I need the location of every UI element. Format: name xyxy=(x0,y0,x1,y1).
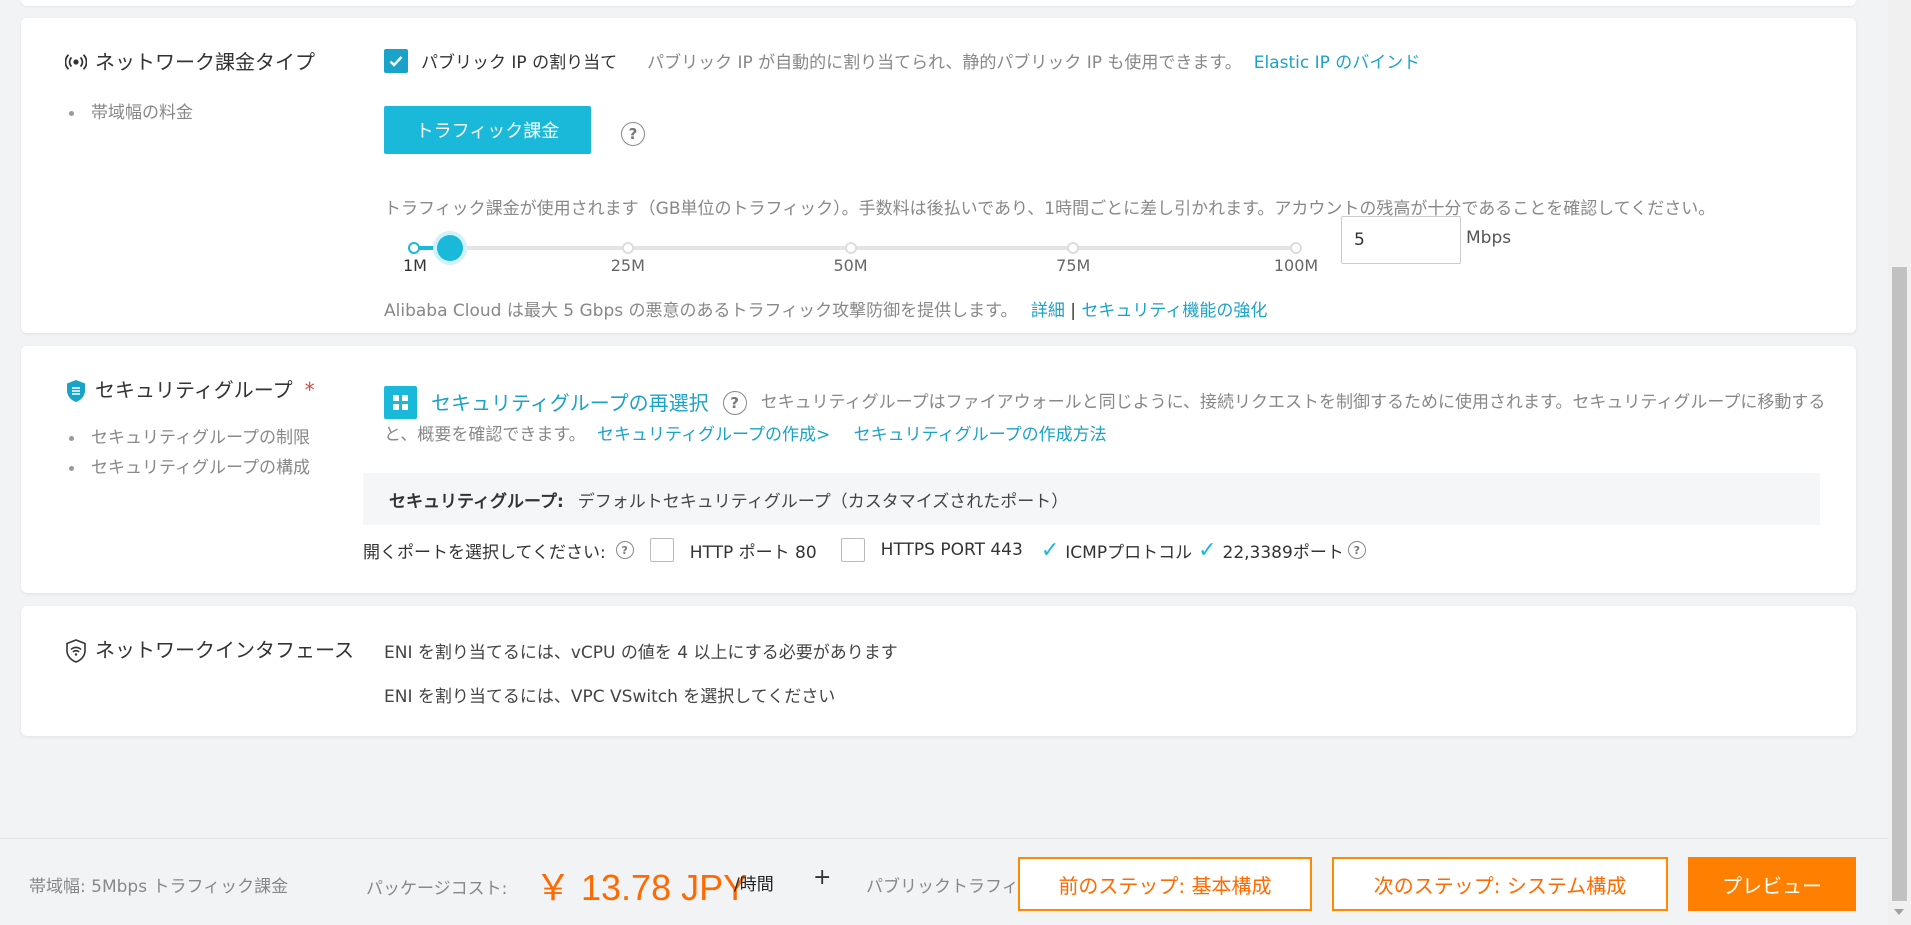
network-billing-card: ネットワーク課金タイプ 帯域幅の料金 パブリック IP の割り当て パブリック … xyxy=(21,18,1856,333)
bandwidth-slider[interactable] xyxy=(408,235,1302,261)
vertical-scrollbar[interactable] xyxy=(1888,0,1911,925)
http-port-label: HTTP ポート 80 xyxy=(689,542,817,563)
protection-row: Alibaba Cloud は最大 5 Gbps の悪意のあるトラフィック攻撃防… xyxy=(384,296,1267,321)
eni-vcpu-note: ENI を割り当てるには、vCPU の値を 4 以上にする必要があります xyxy=(384,643,898,663)
reselect-security-group-link[interactable]: セキュリティグループの再選択 xyxy=(431,391,709,415)
security-group-limits-link[interactable]: セキュリティグループの制限 xyxy=(65,423,310,453)
scrollbar-thumb[interactable] xyxy=(1892,267,1907,901)
slider-stop-dot xyxy=(1067,242,1080,254)
network-interface-title-text: ネットワークインタフェース xyxy=(95,638,354,662)
current-security-group-value: デフォルトセキュリティグループ（カスタマイズされたポート） xyxy=(577,491,1069,512)
question-circle-icon[interactable]: ? xyxy=(621,122,645,146)
slider-tick-labels: 1M 25M 50M 75M 100M xyxy=(403,256,1318,280)
slider-tick-label: 25M xyxy=(610,256,645,275)
protection-text: Alibaba Cloud は最大 5 Gbps の悪意のあるトラフィック攻撃防… xyxy=(384,301,1018,321)
network-billing-title-text: ネットワーク課金タイプ xyxy=(95,50,315,74)
checkmark-icon[interactable]: ✓ xyxy=(1198,538,1216,563)
question-circle-icon[interactable]: ? xyxy=(1347,541,1366,559)
http-port-checkbox[interactable] xyxy=(649,538,674,562)
slider-stop-dot xyxy=(844,242,857,254)
ports-row: 開くポートを選択してください: ? HTTP ポート 80 HTTPS PORT… xyxy=(363,536,1366,564)
bandwidth-unit: Mbps xyxy=(1466,228,1512,248)
footer-bar: 帯域幅: 5Mbps トラフィック課金 パッケージコスト: ￥ 13.78 JP… xyxy=(0,838,1888,925)
per-hour-label: /時間 xyxy=(734,875,774,895)
shield-icon xyxy=(65,379,87,402)
package-price: ￥ 13.78 JPY xyxy=(535,867,748,908)
icmp-label: ICMPプロトコル xyxy=(1065,542,1193,563)
ports-prompt: 開くポートを選択してください: xyxy=(363,542,606,563)
prev-step-button[interactable]: 前のステップ: 基本構成 xyxy=(1018,857,1312,911)
slider-stop-dot xyxy=(408,242,420,254)
slider-stop-dot xyxy=(1290,242,1302,254)
slider-tick-label: 50M xyxy=(833,256,868,275)
broadcast-icon xyxy=(65,51,87,73)
public-ip-row: パブリック IP の割り当て パブリック IP が自動的に割り当てられ、静的パブ… xyxy=(384,48,1420,73)
slider-tick-label: 100M xyxy=(1273,256,1319,275)
slider-tick-label: 75M xyxy=(1056,256,1091,275)
slider-tick-label: 1M xyxy=(403,256,427,275)
security-group-title: セキュリティグループ * xyxy=(65,376,315,404)
traffic-billing-description: トラフィック課金が使用されます（GB単位のトラフィック）。手数料は後払いであり、… xyxy=(384,199,1716,219)
public-traffic-label: パブリックトラフィック xyxy=(866,877,1016,897)
plus-sign: + xyxy=(813,865,832,890)
public-ip-checkbox-label: パブリック IP の割り当て xyxy=(421,53,618,73)
bandwidth-input[interactable]: 5 xyxy=(1341,216,1461,264)
grid-icon[interactable] xyxy=(384,386,417,419)
security-sub-list: セキュリティグループの制限 セキュリティグループの構成 xyxy=(65,423,310,483)
slider-stop-dot xyxy=(621,242,634,254)
current-security-group-label: セキュリティグループ: xyxy=(389,491,564,512)
checkmark-icon[interactable]: ✓ xyxy=(1041,538,1059,563)
link-separator: | xyxy=(1070,301,1077,321)
security-group-config-link[interactable]: セキュリティグループの構成 xyxy=(65,453,310,483)
public-ip-checkbox[interactable] xyxy=(384,48,408,73)
elastic-ip-link[interactable]: Elastic IP のバインド xyxy=(1254,48,1421,73)
network-sub-list: 帯域幅の料金 xyxy=(65,98,193,128)
package-cost-label: パッケージコスト: xyxy=(366,879,508,899)
network-interface-title: ネットワークインタフェース xyxy=(65,636,365,664)
security-group-header: セキュリティグループの再選択? セキュリティグループはファイアウォールと同じように… xyxy=(384,386,1844,451)
security-group-howto-link[interactable]: セキュリティグループの作成方法 xyxy=(854,425,1107,445)
next-step-button[interactable]: 次のステップ: システム構成 xyxy=(1332,857,1668,911)
create-security-group-link[interactable]: セキュリティグループの作成> xyxy=(597,425,830,445)
wifi-shield-icon xyxy=(65,639,87,663)
details-link[interactable]: 詳細 xyxy=(1031,301,1065,321)
bandwidth-summary: 帯域幅: 5Mbps トラフィック課金 xyxy=(29,877,289,897)
https-port-label: HTTPS PORT 443 xyxy=(880,540,1023,560)
public-ip-description: パブリック IP が自動的に割り当てられ、静的パブリック IP も使用できます。 xyxy=(647,53,1242,73)
checkmark-icon xyxy=(389,55,403,67)
bandwidth-pricing-link[interactable]: 帯域幅の料金 xyxy=(65,98,193,128)
scroll-down-arrow[interactable] xyxy=(1894,909,1904,915)
traffic-billing-button[interactable]: トラフィック課金 xyxy=(384,106,591,154)
question-circle-icon[interactable]: ? xyxy=(722,390,747,415)
previous-card-edge xyxy=(21,0,1856,6)
network-interface-card: ネットワークインタフェース ENI を割り当てるには、vCPU の値を 4 以上… xyxy=(21,606,1856,736)
rdp-ssh-port-label: 22,3389ポート xyxy=(1222,542,1344,563)
question-circle-icon[interactable]: ? xyxy=(615,541,634,559)
eni-vswitch-note: ENI を割り当てるには、VPC VSwitch を選択してください xyxy=(384,687,836,707)
current-security-group: セキュリティグループ: デフォルトセキュリティグループ（カスタマイズされたポート… xyxy=(363,473,1820,525)
preview-button[interactable]: プレビュー xyxy=(1688,857,1856,911)
page: ネットワーク課金タイプ 帯域幅の料金 パブリック IP の割り当て パブリック … xyxy=(0,0,1888,925)
network-billing-title: ネットワーク課金タイプ xyxy=(65,48,315,76)
security-group-title-text: セキュリティグループ xyxy=(95,378,293,402)
security-enhance-link[interactable]: セキュリティ機能の強化 xyxy=(1081,301,1267,321)
https-port-checkbox[interactable] xyxy=(840,538,865,562)
required-mark: * xyxy=(304,378,315,402)
